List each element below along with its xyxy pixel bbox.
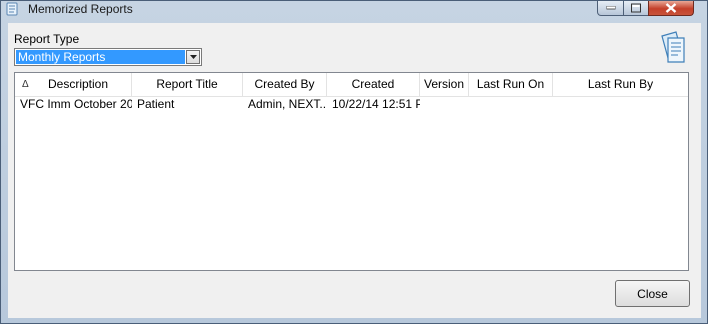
column-header-version[interactable]: Version — [420, 73, 469, 96]
cell-description: VFC Imm October 20... — [20, 97, 132, 111]
minimize-button[interactable] — [597, 1, 624, 16]
memorized-report-icon — [661, 31, 685, 63]
title-bar: Memorized Reports — [1, 1, 707, 18]
cell-last-run-on — [469, 96, 553, 113]
list-header: Δ Description Report Title Created By Cr… — [15, 73, 688, 97]
report-type-dropdown[interactable]: Monthly Reports — [14, 48, 202, 66]
cell-created-by: Admin, NEXT... — [248, 97, 327, 111]
column-header-created-by[interactable]: Created By — [243, 73, 327, 96]
table-row[interactable]: VFC Imm October 20... Patient Admin, NEX… — [15, 96, 688, 113]
sort-indicator-icon: Δ — [22, 79, 29, 90]
minimize-icon — [606, 6, 615, 10]
close-icon — [665, 3, 677, 13]
reports-list[interactable]: Δ Description Report Title Created By Cr… — [14, 72, 689, 271]
column-header-created[interactable]: Created — [327, 73, 420, 96]
column-header-report-title[interactable]: Report Title — [132, 73, 243, 96]
column-header-last-run-on[interactable]: Last Run On — [469, 73, 553, 96]
cell-created: 10/22/14 12:51 P — [332, 97, 420, 111]
report-type-selected: Monthly Reports — [16, 50, 185, 64]
chevron-down-icon — [190, 55, 197, 59]
window-close-button[interactable] — [648, 1, 694, 16]
report-app-icon — [6, 2, 18, 16]
maximize-icon — [631, 3, 641, 13]
dialog-body: Report Type Monthly Reports Δ Descriptio… — [8, 23, 701, 318]
cell-report-title: Patient — [137, 97, 175, 111]
memorized-reports-window: Memorized Reports Report Type Monthly Re… — [0, 0, 708, 324]
close-button[interactable]: Close — [615, 280, 690, 307]
column-header-description[interactable]: Δ Description — [15, 73, 132, 96]
dropdown-arrow-button[interactable] — [186, 50, 200, 64]
cell-last-run-by — [553, 96, 688, 113]
report-type-label: Report Type — [14, 32, 80, 46]
cell-version — [420, 96, 469, 113]
column-header-label: Description — [47, 77, 109, 91]
maximize-button[interactable] — [623, 1, 649, 16]
window-title: Memorized Reports — [28, 2, 133, 16]
column-header-last-run-by[interactable]: Last Run By — [553, 73, 688, 96]
